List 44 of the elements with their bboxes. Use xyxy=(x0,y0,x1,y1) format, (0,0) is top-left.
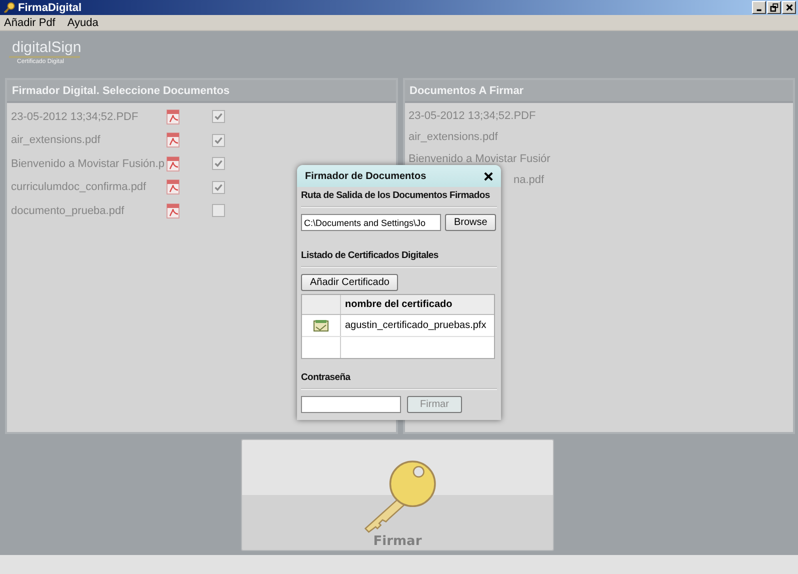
key-icon xyxy=(364,460,436,533)
document-name: curriculumdoc_confirma.pdf xyxy=(11,181,148,194)
section-heading: Ruta de Salida de los Documentos Firmados xyxy=(301,190,491,201)
path-field[interactable]: C:\Documents and Settings\Jo xyxy=(301,214,441,231)
pdf-icon xyxy=(166,179,180,196)
document-name: 23-05-2012 13;34;52.PDF xyxy=(408,110,536,122)
document-name: Bienvenido a Movistar Fusiór xyxy=(408,152,550,165)
pdf-icon xyxy=(166,108,180,125)
pdf-icon xyxy=(166,132,180,148)
section-heading: Listado de Certificados Digitales xyxy=(301,250,440,261)
section-heading: Contraseña xyxy=(301,372,352,383)
restore-button[interactable] xyxy=(767,1,781,14)
panel-header: Documentos A Firmar xyxy=(404,80,793,103)
menu-item[interactable]: Añadir Pdf xyxy=(4,16,56,28)
pdf-icon xyxy=(166,156,180,172)
table-cell[interactable]: agustin_certificado_pruebas.pfx xyxy=(341,315,494,336)
document-name: air_extensions.pdf xyxy=(408,131,498,144)
checkbox[interactable] xyxy=(212,157,225,170)
certificate-icon xyxy=(313,318,329,332)
document-name: air_extensions.pdf xyxy=(11,134,102,146)
document-name: Bienvenido a Movistar Fusión.p xyxy=(11,158,166,170)
minimize-button[interactable] xyxy=(752,1,766,14)
menu-item[interactable]: Ayuda xyxy=(67,16,98,28)
checkbox[interactable] xyxy=(212,204,225,218)
password-field[interactable] xyxy=(301,396,401,413)
close-button[interactable] xyxy=(782,1,796,14)
restore-icon xyxy=(770,3,778,12)
document-name: documento_prueba.pdf xyxy=(11,204,126,217)
document-name: na.pdf xyxy=(514,174,544,186)
key-icon xyxy=(3,2,15,14)
document-name: 23-05-2012 13;34;52.PDF xyxy=(11,110,140,123)
close-icon xyxy=(784,3,794,12)
logo-text: digitalSign xyxy=(9,39,80,58)
add-certificate-button[interactable]: Añadir Certificado xyxy=(301,274,398,291)
checkbox[interactable] xyxy=(212,110,225,124)
panel-header: Firmador Digital. Seleccione Documentos xyxy=(7,80,396,103)
column-header: nombre del certificado xyxy=(344,298,454,312)
dialog-title: Firmador de Documentos xyxy=(305,170,426,182)
checkbox[interactable] xyxy=(212,180,225,194)
close-icon[interactable] xyxy=(484,172,493,180)
checkbox[interactable] xyxy=(212,134,225,147)
window-title: FirmaDigital xyxy=(18,2,82,14)
pdf-icon xyxy=(166,202,180,219)
browse-button[interactable]: Browse xyxy=(445,214,496,231)
